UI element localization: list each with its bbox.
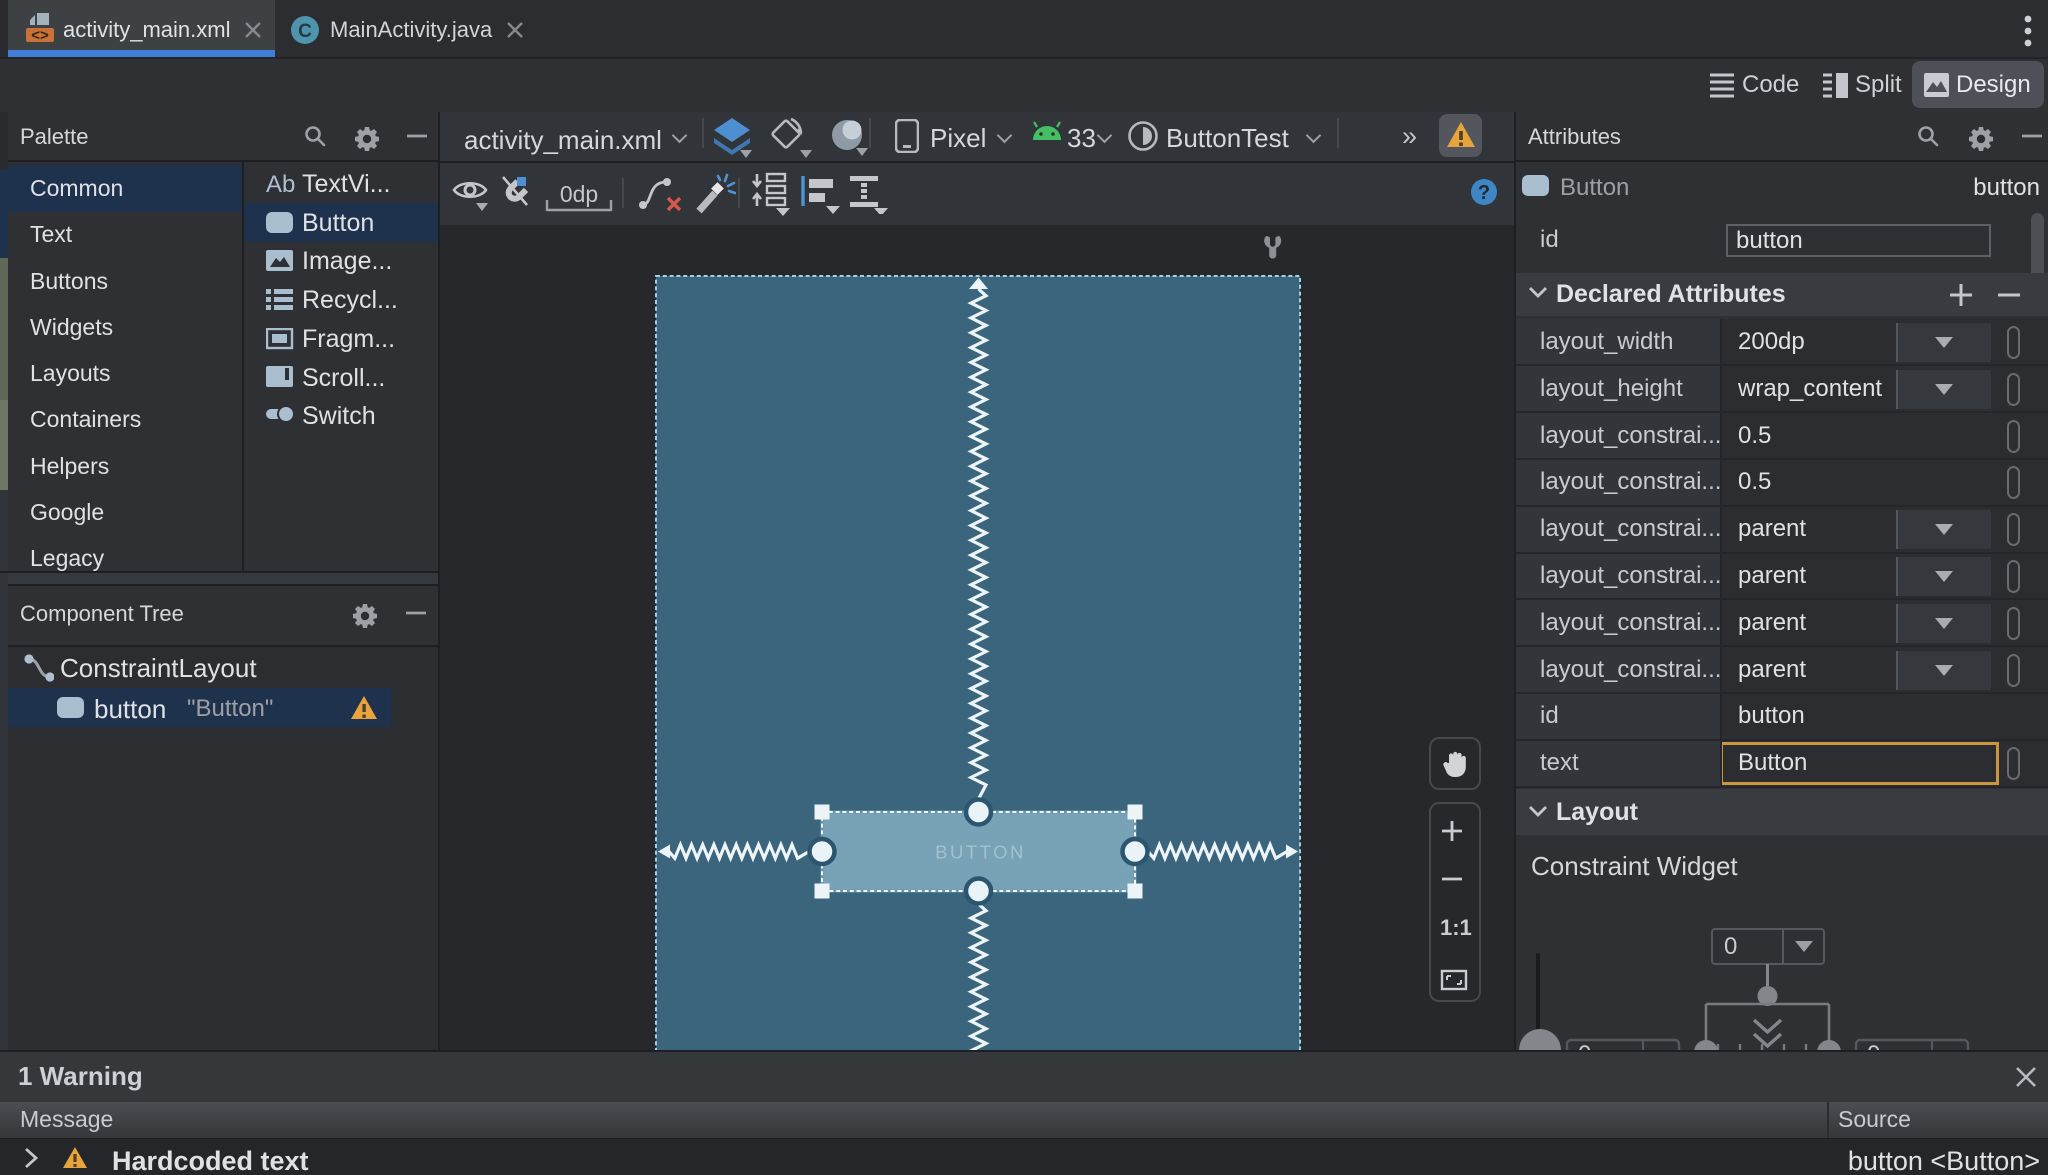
svg-text:0dp: 0dp bbox=[560, 181, 598, 207]
svg-text:C: C bbox=[298, 21, 312, 42]
svg-text:Ab: Ab bbox=[266, 173, 295, 197]
svg-text:BUTTON: BUTTON bbox=[935, 842, 1026, 863]
svg-text:?: ? bbox=[1478, 182, 1490, 204]
svg-text:<>: <> bbox=[31, 27, 49, 44]
